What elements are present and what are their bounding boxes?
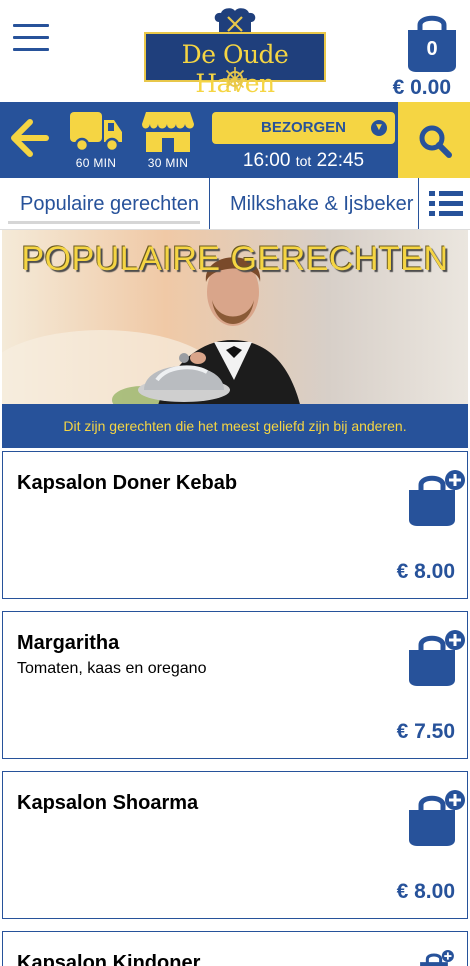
app-header: De Oude Haven 0 € 0.00 [0, 0, 470, 102]
search-icon [419, 125, 452, 158]
delivery-time: 60 MIN [75, 156, 117, 170]
delivery-option[interactable]: 60 MIN [66, 110, 126, 174]
hours-from: 16:00 [242, 150, 291, 171]
category-list-button[interactable] [418, 178, 470, 229]
product-price: € 7.50 [396, 720, 455, 743]
chevron-down-icon: ▼ [371, 120, 387, 136]
add-to-cart-icon[interactable] [407, 790, 467, 848]
pickup-option[interactable]: 30 MIN [138, 110, 198, 174]
product-price: € 8.00 [396, 880, 455, 903]
product-name: Kapsalon Kindoner [17, 952, 201, 966]
product-price: € 8.00 [396, 560, 455, 583]
cart-total: € 0.00 [392, 76, 451, 99]
cart-button[interactable]: 0 [404, 12, 460, 74]
tab-populaire-gerechten[interactable]: Populaire gerechten [2, 178, 210, 229]
banner-subtitle: Dit zijn gerechten die het meest geliefd… [2, 404, 468, 448]
delivery-truck-icon [70, 112, 122, 153]
banner-title: POPULAIRE GERECHTEN [21, 240, 449, 278]
product-card[interactable]: Margaritha Tomaten, kaas en oregano € 7.… [2, 611, 468, 759]
product-card[interactable]: Kapsalon Doner Kebab € 8.00 [2, 451, 468, 599]
hours-separator: tot [295, 153, 312, 169]
ship-wheel-icon [223, 67, 247, 91]
order-options-bar: 60 MIN 30 MIN BEZORGEN ▼ 16:00 tot 22:45 [0, 102, 470, 178]
add-to-cart-icon[interactable] [407, 630, 467, 688]
store-icon [142, 112, 194, 152]
product-name: Kapsalon Shoarma [17, 792, 199, 814]
list-icon [429, 191, 463, 216]
category-banner: POPULAIRE GERECHTEN Dit zijn gerechten d… [2, 230, 468, 448]
restaurant-logo[interactable]: De Oude Haven [142, 8, 328, 98]
product-card[interactable]: Kapsalon Kindoner [2, 931, 468, 966]
hours-to: 22:45 [316, 150, 365, 171]
search-button[interactable] [398, 102, 470, 178]
hamburger-menu-icon[interactable] [13, 24, 49, 52]
product-card[interactable]: Kapsalon Shoarma € 8.00 [2, 771, 468, 919]
tab-milkshake-ijsbeker[interactable]: Milkshake & Ijsbeker B [212, 178, 418, 229]
back-arrow-icon[interactable] [8, 116, 50, 160]
cart-count: 0 [426, 38, 438, 60]
order-mode-dropdown[interactable]: BEZORGEN ▼ [212, 112, 395, 144]
opening-hours: 16:00 tot 22:45 [212, 150, 395, 172]
product-name: Kapsalon Doner Kebab [17, 472, 238, 494]
product-name: Margaritha [17, 632, 120, 654]
add-to-cart-icon[interactable] [407, 470, 467, 528]
add-to-cart-icon[interactable] [407, 950, 467, 966]
category-tabs: Populaire gerechten Milkshake & Ijsbeker… [0, 178, 470, 230]
product-description: Tomaten, kaas en oregano [17, 660, 207, 677]
pickup-time: 30 MIN [147, 156, 189, 170]
order-mode-label: BEZORGEN [260, 119, 346, 136]
